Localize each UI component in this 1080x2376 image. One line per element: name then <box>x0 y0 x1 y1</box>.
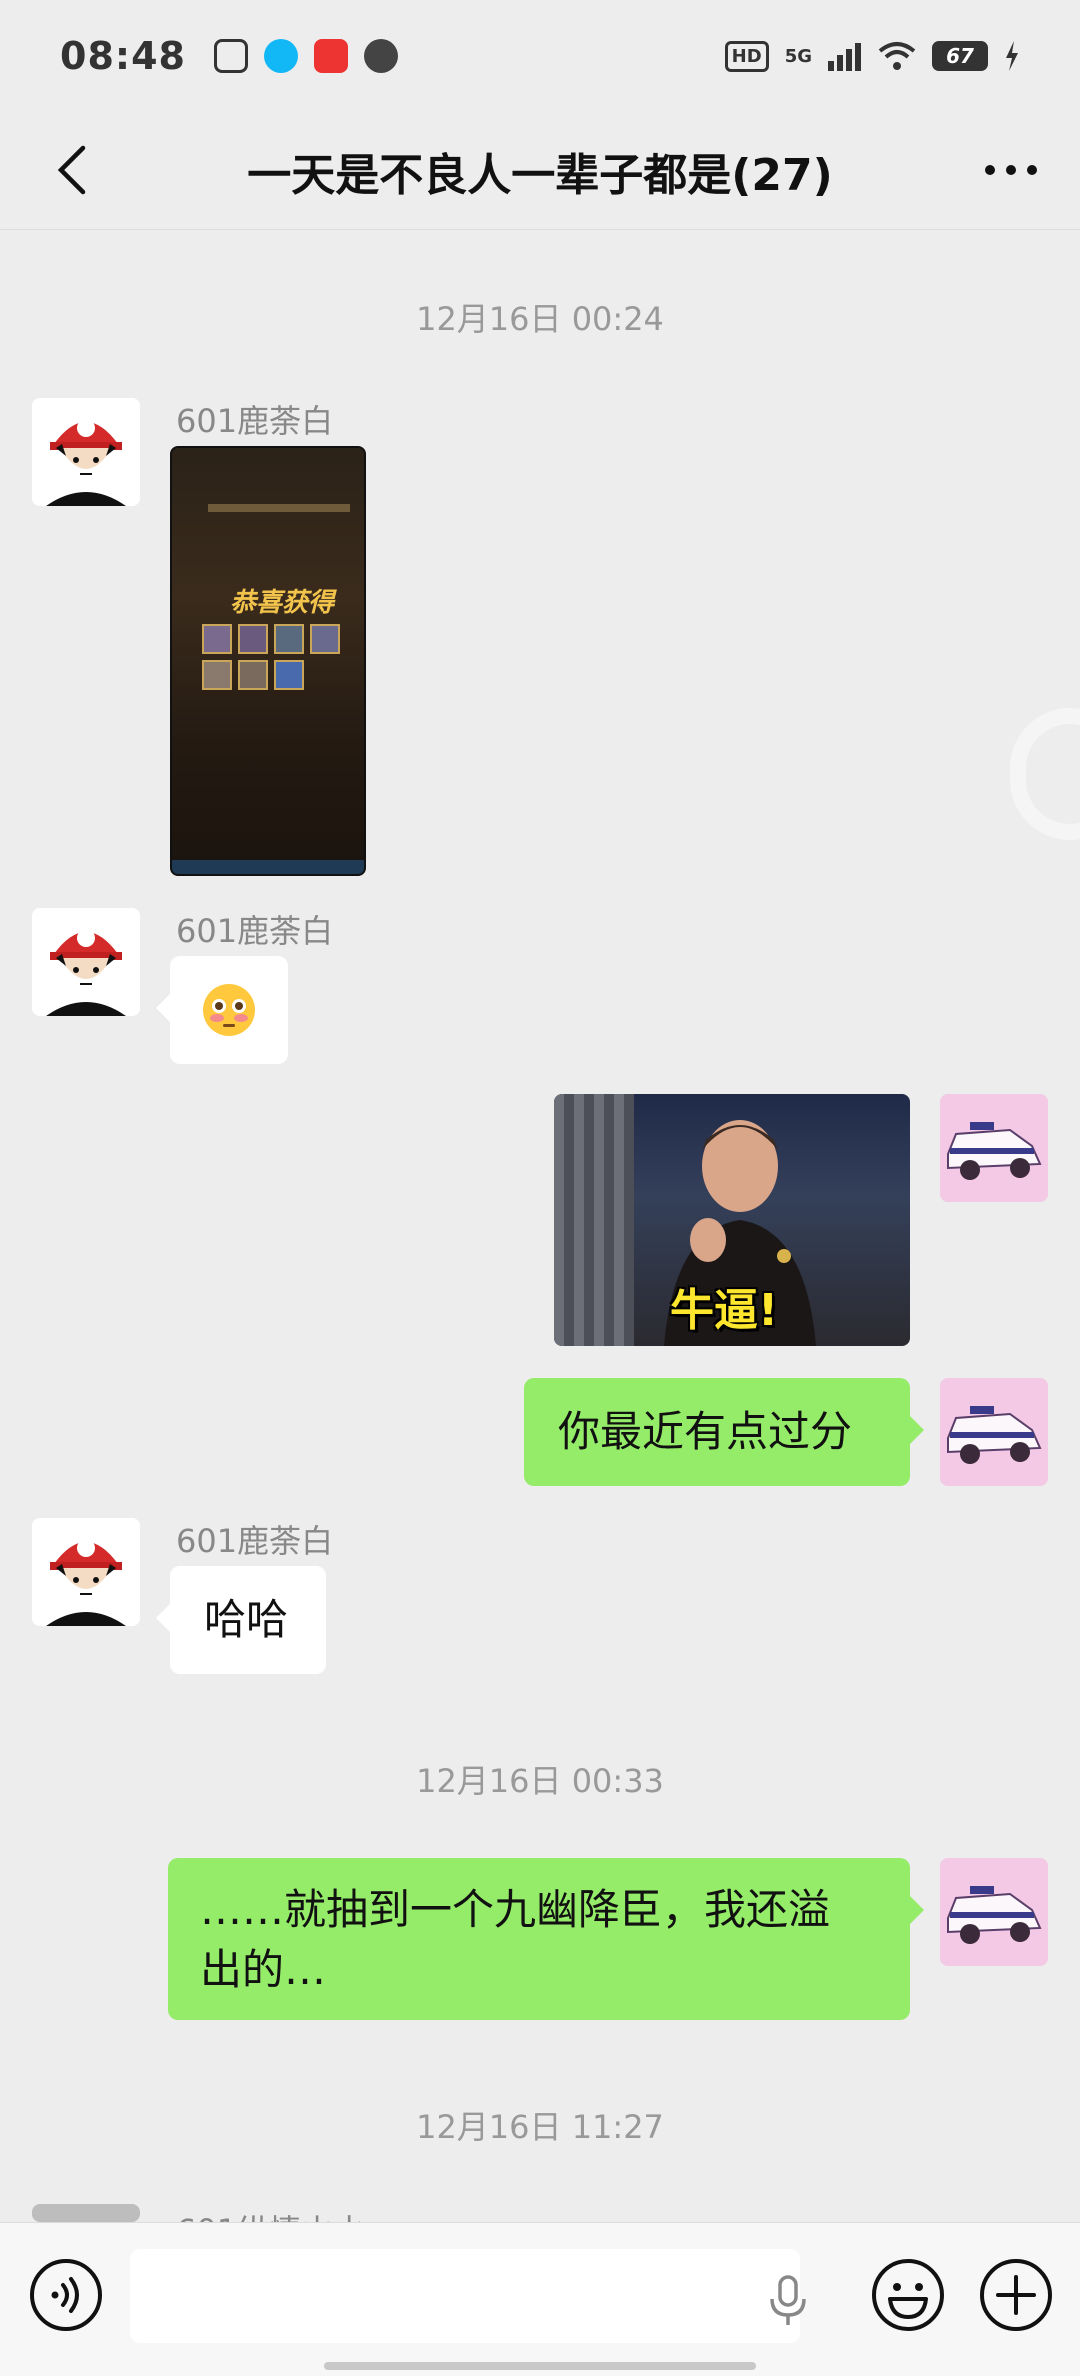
message-bubble[interactable]: 😳 <box>156 956 288 1064</box>
message-text: 你最近有点过分 <box>558 1407 853 1456</box>
message-bubble[interactable]: ……就抽到一个九幽降臣，我还溢 出的… <box>168 1858 924 2020</box>
timestamp: 12月16日 00:33 <box>416 1762 664 1800</box>
status-time: 08:48 <box>60 34 186 78</box>
meme-image[interactable]: 牛逼! <box>554 1094 910 1346</box>
image-banner <box>208 504 350 512</box>
avatar-self[interactable] <box>940 1858 1048 1966</box>
avatar[interactable] <box>32 1518 140 1626</box>
battery-indicator: 67 <box>932 41 988 71</box>
chevron-left-icon <box>57 145 86 195</box>
cartoon-boy-avatar <box>32 398 140 506</box>
curtain-left <box>554 1094 634 1346</box>
avatar[interactable] <box>32 908 140 1016</box>
input-bar <box>0 2222 1080 2376</box>
plus-icon <box>980 2259 1052 2331</box>
cloud-icon <box>363 39 398 73</box>
sender-name: 601鹿荼白 <box>176 402 334 440</box>
status-app-icons <box>213 39 398 73</box>
sender-name-partial: 601纵情山水 <box>176 2206 365 2222</box>
signal-icon <box>828 43 861 71</box>
chat-header: 一天是不良人一辈子都是(27) <box>0 112 1080 230</box>
image-cards <box>202 624 342 690</box>
game-screenshot-image[interactable]: 恭喜获得 <box>170 446 366 876</box>
cartoon-boy-avatar <box>32 1518 140 1626</box>
avatar-self[interactable] <box>940 1094 1048 1202</box>
qq-icon <box>263 39 298 73</box>
meme-caption: 牛逼! <box>670 1285 779 1336</box>
more-dots-icon <box>985 165 1037 175</box>
emoji-icon <box>872 2259 944 2331</box>
image-bottom-bar <box>172 860 364 874</box>
image-caption: 恭喜获得 <box>230 588 335 618</box>
network-label: 5G <box>784 45 812 67</box>
status-right: HD 5G 67 <box>724 40 1020 72</box>
chat-title: 一天是不良人一辈子都是(27) <box>247 149 833 201</box>
flushed-face-emoji <box>203 984 255 1036</box>
voice-button[interactable] <box>28 2257 104 2333</box>
plus-button[interactable] <box>978 2257 1054 2333</box>
app-icon-1 <box>213 39 248 73</box>
cartoon-boy-avatar <box>32 908 140 1016</box>
message-bubble[interactable]: 哈哈 <box>156 1566 326 1674</box>
floating-ball[interactable] <box>1010 708 1080 840</box>
home-indicator[interactable] <box>324 2362 756 2370</box>
message-text-line: ……就抽到一个九幽降臣，我还溢 <box>200 1885 831 1934</box>
message-text: 哈哈 <box>204 1595 289 1644</box>
emoji-button[interactable] <box>870 2257 946 2333</box>
message-input[interactable] <box>130 2249 800 2343</box>
mic-icon <box>770 2275 806 2325</box>
police-car-avatar <box>940 1858 1048 1966</box>
more-button[interactable] <box>976 140 1046 200</box>
wifi-icon <box>878 42 916 70</box>
timestamp: 12月16日 00:24 <box>416 300 664 338</box>
police-car-avatar <box>940 1094 1048 1202</box>
avatar-self[interactable] <box>940 1378 1048 1486</box>
charging-icon <box>1006 41 1018 71</box>
police-car-avatar <box>940 1378 1048 1486</box>
avatar[interactable] <box>32 398 140 506</box>
voice-icon <box>30 2259 102 2331</box>
avatar-partial[interactable] <box>32 2204 140 2222</box>
status-bar: 08:48 HD 5G 67 <box>0 0 1080 112</box>
app-icon-3 <box>313 39 348 73</box>
sender-name: 601鹿荼白 <box>176 912 334 950</box>
message-text-line: 出的… <box>200 1945 327 1994</box>
back-button[interactable] <box>42 140 102 200</box>
hd-badge: HD <box>724 40 769 72</box>
sender-name: 601鹿荼白 <box>176 1522 334 1560</box>
message-bubble[interactable]: 你最近有点过分 <box>524 1378 924 1486</box>
timestamp: 12月16日 11:27 <box>416 2108 664 2146</box>
mic-button[interactable] <box>768 2275 808 2327</box>
